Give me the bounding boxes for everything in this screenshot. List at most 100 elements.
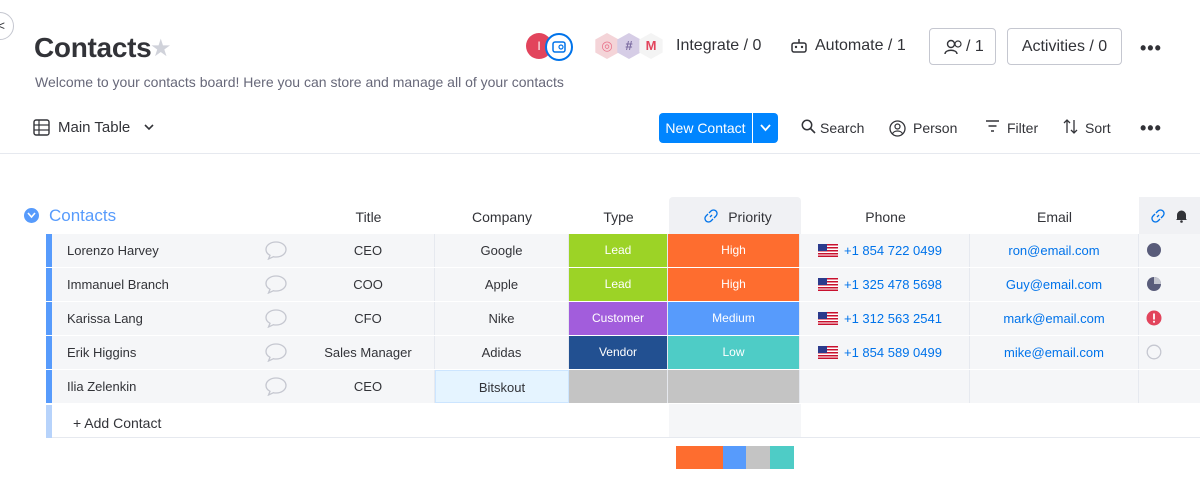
company-cell[interactable]: Nike <box>435 302 569 335</box>
priority-cell[interactable]: High <box>668 268 800 301</box>
status-cell[interactable] <box>1139 234 1200 267</box>
phone-number[interactable]: +1 854 589 0499 <box>844 345 942 360</box>
email-cell[interactable] <box>970 370 1139 403</box>
table-row[interactable]: Ilia Zelenkin CEO Bitskout <box>46 370 1200 403</box>
priority-summary-segment <box>746 446 771 469</box>
sort-button[interactable]: Sort <box>1085 120 1111 136</box>
search-button[interactable]: Search <box>820 120 864 136</box>
type-cell[interactable] <box>569 370 668 403</box>
column-header-type[interactable]: Type <box>569 209 668 225</box>
priority-summary-segment <box>770 446 794 469</box>
link-icon[interactable] <box>1151 209 1165 223</box>
type-cell[interactable]: Lead <box>569 268 668 301</box>
title-cell[interactable]: CFO <box>302 302 435 335</box>
table-row[interactable]: Erik Higgins Sales Manager Adidas Vendor… <box>46 336 1200 369</box>
pie-circle-icon <box>1147 277 1161 291</box>
alert-circle-icon <box>1146 310 1162 326</box>
phone-number[interactable]: +1 325 478 5698 <box>844 277 942 292</box>
email-cell[interactable]: Guy@email.com <box>970 268 1139 301</box>
priority-cell[interactable]: High <box>668 234 800 267</box>
chat-bubble-icon[interactable] <box>265 309 287 328</box>
group-collapse-icon[interactable] <box>24 208 39 223</box>
priority-cell[interactable] <box>668 370 800 403</box>
chat-bubble-icon[interactable] <box>265 241 287 260</box>
slack-icon[interactable]: # <box>617 33 641 59</box>
board-description: Welcome to your contacts board! Here you… <box>35 74 564 90</box>
priority-cell[interactable]: Low <box>668 336 800 369</box>
status-cell[interactable] <box>1139 370 1200 403</box>
us-flag-icon <box>818 278 838 291</box>
table-icon <box>33 119 50 136</box>
people-icon <box>944 39 962 55</box>
column-header-priority[interactable]: Priority <box>722 209 778 225</box>
type-cell[interactable]: Customer <box>569 302 668 335</box>
column-header-phone[interactable]: Phone <box>801 209 970 225</box>
more-options-icon[interactable]: ••• <box>1140 118 1162 139</box>
company-cell-editing[interactable]: Bitskout <box>435 370 569 403</box>
column-header-title[interactable]: Title <box>302 209 435 225</box>
column-header-email[interactable]: Email <box>970 209 1139 225</box>
phone-cell[interactable]: +1 854 589 0499 <box>801 336 970 369</box>
chat-bubble-icon[interactable] <box>265 343 287 362</box>
title-cell[interactable]: COO <box>302 268 435 301</box>
bell-icon[interactable] <box>1175 209 1188 223</box>
chat-bubble-icon[interactable] <box>265 377 287 396</box>
email-cell[interactable]: mike@email.com <box>970 336 1139 369</box>
chevron-left-icon: < <box>0 18 5 33</box>
phone-cell[interactable]: +1 325 478 5698 <box>801 268 970 301</box>
company-cell[interactable]: Apple <box>435 268 569 301</box>
phone-cell[interactable]: +1 312 563 2541 <box>801 302 970 335</box>
table-row[interactable]: Lorenzo Harvey CEO Google Lead High +1 8… <box>46 234 1200 267</box>
favorite-star-icon[interactable]: ★ <box>150 34 172 63</box>
activities-button[interactable]: Activities / 0 <box>1007 28 1122 65</box>
phone-cell[interactable]: +1 854 722 0499 <box>801 234 970 267</box>
empty-circle-icon <box>1146 344 1162 360</box>
more-options-icon[interactable]: ••• <box>1140 38 1162 59</box>
board-owner-avatar[interactable] <box>545 33 573 61</box>
automate-button[interactable]: Automate / 1 <box>815 37 906 55</box>
title-cell[interactable]: CEO <box>302 370 435 403</box>
status-cell[interactable] <box>1139 336 1200 369</box>
status-cell[interactable] <box>1139 268 1200 301</box>
members-count: / 1 <box>966 38 984 55</box>
add-contact-button[interactable]: + Add Contact <box>73 415 161 431</box>
back-button[interactable]: < <box>0 12 14 40</box>
type-cell[interactable]: Vendor <box>569 336 668 369</box>
person-icon[interactable] <box>889 120 906 137</box>
email-cell[interactable]: ron@email.com <box>970 234 1139 267</box>
robot-icon[interactable] <box>790 38 808 54</box>
company-cell[interactable]: Google <box>435 234 569 267</box>
members-button[interactable]: / 1 <box>929 28 996 65</box>
type-cell[interactable]: Lead <box>569 234 668 267</box>
table-row[interactable]: Immanuel Branch COO Apple Lead High +1 3… <box>46 268 1200 301</box>
phone-number[interactable]: +1 312 563 2541 <box>844 311 942 326</box>
table-row[interactable]: Karissa Lang CFO Nike Customer Medium +1… <box>46 302 1200 335</box>
email-cell[interactable]: mark@email.com <box>970 302 1139 335</box>
person-filter-button[interactable]: Person <box>913 120 957 136</box>
integrate-button[interactable]: Integrate / 0 <box>676 37 761 55</box>
chat-bubble-icon[interactable] <box>265 275 287 294</box>
company-cell[interactable]: Adidas <box>435 336 569 369</box>
view-selector[interactable]: Main Table <box>58 119 130 136</box>
column-header-company[interactable]: Company <box>435 209 569 225</box>
search-icon[interactable] <box>801 119 816 134</box>
status-cell[interactable] <box>1139 302 1200 335</box>
phone-cell[interactable] <box>801 370 970 403</box>
gmail-icon[interactable]: M <box>639 33 663 59</box>
new-contact-button[interactable]: New Contact <box>659 113 752 143</box>
phone-number[interactable]: +1 854 722 0499 <box>844 243 942 258</box>
sort-icon[interactable] <box>1063 119 1078 134</box>
group-title[interactable]: Contacts <box>49 206 116 226</box>
priority-summary-bar[interactable] <box>676 446 794 469</box>
us-flag-icon <box>818 312 838 325</box>
priority-cell[interactable]: Medium <box>668 302 800 335</box>
title-cell[interactable]: Sales Manager <box>302 336 435 369</box>
chevron-down-icon[interactable] <box>143 122 155 132</box>
filter-button[interactable]: Filter <box>1007 120 1038 136</box>
integration-app-icon[interactable]: ◎ <box>595 33 619 59</box>
new-contact-dropdown[interactable] <box>753 113 778 143</box>
priority-summary-segment <box>722 446 747 469</box>
title-cell[interactable]: CEO <box>302 234 435 267</box>
filter-icon[interactable] <box>985 119 1000 133</box>
add-contact-row[interactable]: + Add Contact <box>46 405 1200 438</box>
